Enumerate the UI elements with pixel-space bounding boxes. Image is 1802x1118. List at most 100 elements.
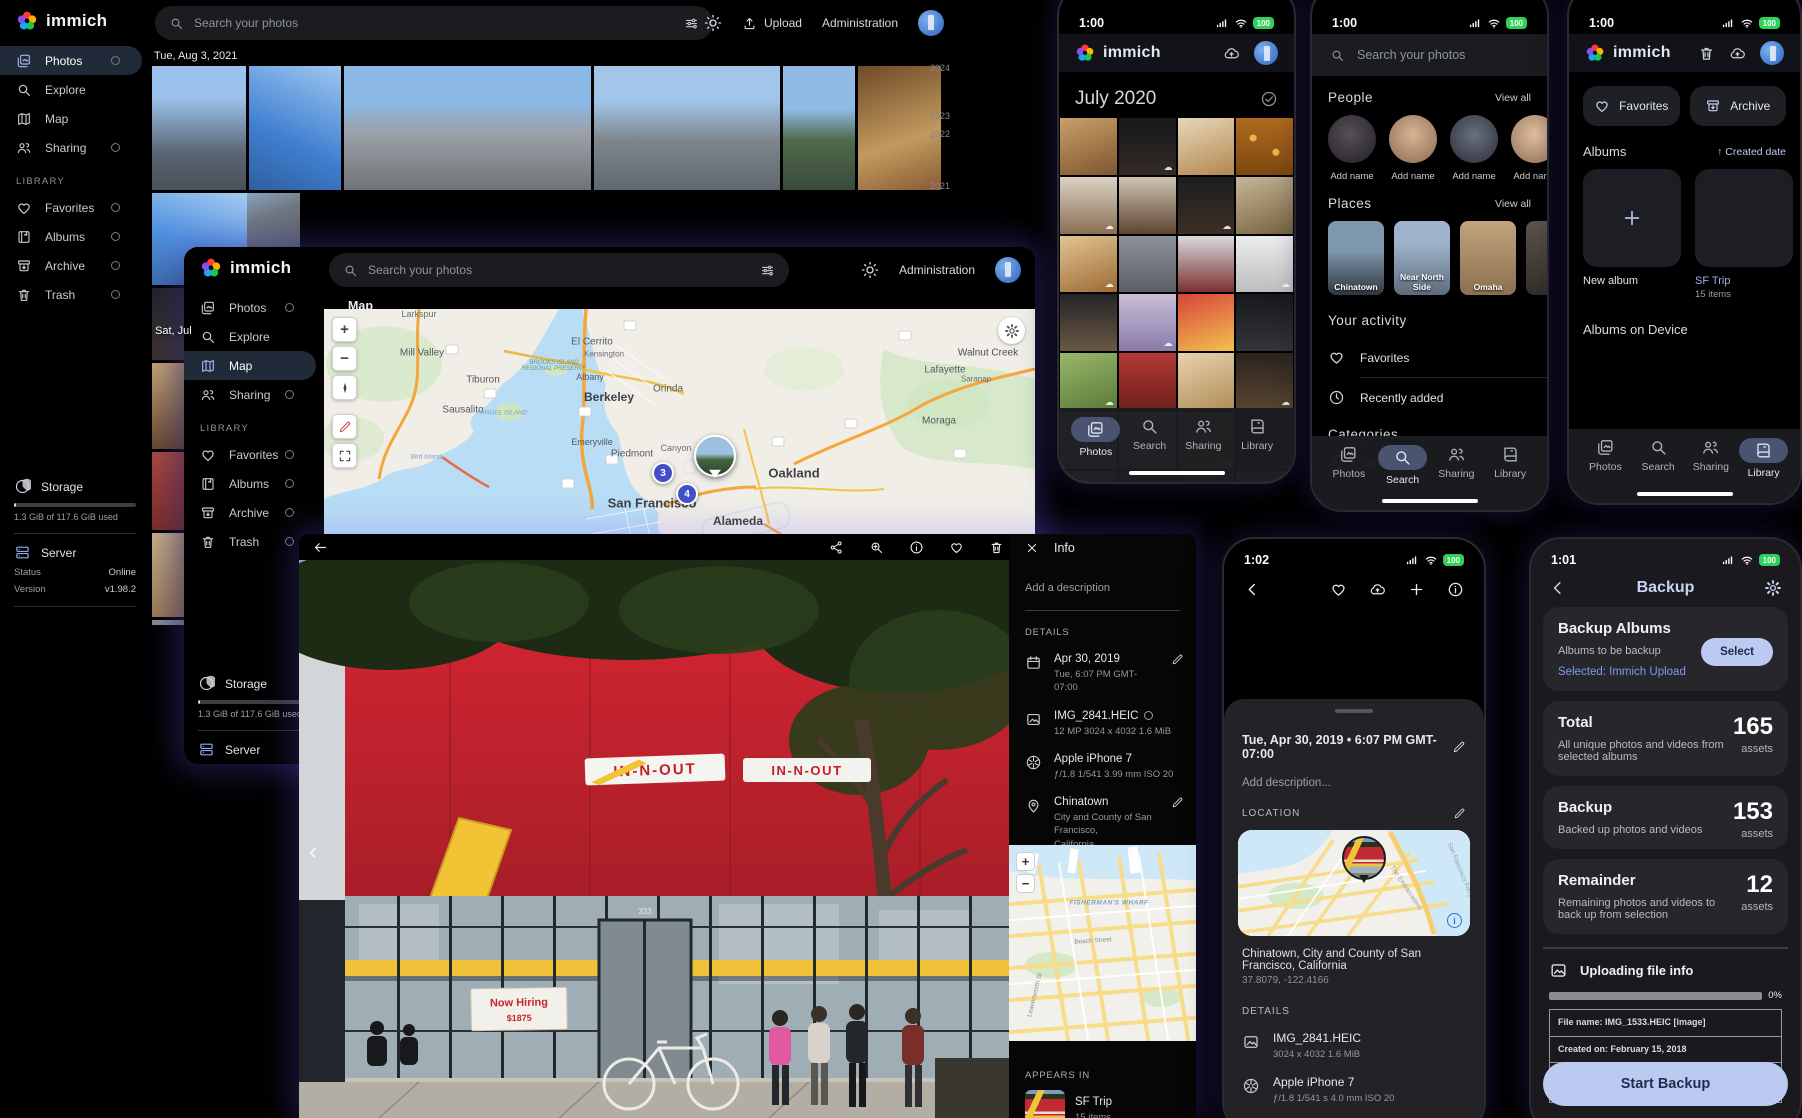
previous-photo-button[interactable]: ‹ [309,838,317,866]
nav-photos[interactable]: Photos [1322,445,1376,486]
share-icon[interactable] [829,540,844,555]
sidebar-item-photos[interactable]: Photos [184,293,316,322]
upload-button[interactable]: Upload [742,16,802,31]
settings-gear-icon[interactable] [1764,579,1782,597]
search-input[interactable]: Search your photos [155,6,713,40]
nav-search[interactable]: Search [1632,438,1685,479]
album-tile[interactable]: SF Trip 15 items [1695,169,1793,300]
photo-viewer[interactable]: IN-N-OUT IN-N-OUT 333 Now Hiring $1875 [299,560,1009,1118]
photo-thumbnail[interactable] [1119,177,1176,234]
photo-thumbnail[interactable] [1060,236,1117,293]
zoom-icon[interactable] [869,540,884,555]
photo-thumbnail[interactable] [1236,118,1293,175]
nav-library[interactable]: Library [1230,417,1284,458]
place-card[interactable]: Pi [1526,221,1547,295]
map-attribution-icon[interactable]: i [1447,913,1462,928]
nav-photos[interactable]: Photos [1579,438,1632,479]
sidebar-item-explore[interactable]: Explore [0,75,142,104]
favorite-icon[interactable] [949,540,964,555]
search-input[interactable]: Search your photos [329,253,789,287]
favorites-row[interactable]: Favorites [1312,338,1547,377]
photo-thumbnail[interactable] [1236,353,1293,410]
select-albums-button[interactable]: Select [1701,638,1773,666]
sidebar-item-sharing[interactable]: Sharing [184,380,316,409]
nav-sharing[interactable]: Sharing [1430,445,1484,486]
map-settings-button[interactable] [998,317,1025,344]
photo-thumbnail[interactable] [1178,353,1235,410]
person[interactable]: Add name [1511,115,1547,182]
photo-thumbnail[interactable] [344,66,591,190]
photo-thumbnail[interactable] [1236,236,1293,293]
home-indicator[interactable] [1637,492,1733,496]
select-all-icon[interactable] [1260,90,1278,108]
photo-thumbnail[interactable] [1119,353,1176,410]
photo-thumbnail[interactable] [1060,118,1117,175]
photo-thumbnail[interactable] [1178,294,1235,351]
add-icon[interactable] [1408,581,1425,598]
edit-date-icon[interactable] [1452,740,1466,754]
immich-logo[interactable]: immich [16,10,107,32]
person[interactable]: Add name [1328,115,1376,182]
sidebar-item-albums[interactable]: Albums [184,469,316,498]
map-zoom-out-button[interactable]: − [332,346,357,371]
sidebar-item-archive[interactable]: Archive [0,251,142,280]
home-indicator[interactable] [1382,499,1478,503]
photo-thumbnail[interactable] [783,66,855,190]
sidebar-item-favorites[interactable]: Favorites [184,440,316,469]
avatar[interactable] [995,257,1021,283]
avatar[interactable] [918,10,944,36]
sidebar-item-explore[interactable]: Explore [184,322,316,351]
sidebar-item-albums[interactable]: Albums [0,222,142,251]
photo-thumbnail[interactable] [1060,177,1117,234]
photo-thumbnail[interactable] [594,66,780,190]
sidebar-item-map[interactable]: Map [184,351,316,380]
edit-location-icon[interactable] [1171,796,1184,809]
avatar[interactable] [1760,41,1784,65]
description-input[interactable]: Add description... [1224,761,1484,789]
sidebar-item-trash[interactable]: Trash [184,527,316,556]
place-card[interactable]: Omaha [1460,221,1516,295]
place-card[interactable]: Chinatown [1328,221,1384,295]
map-zoom-in-button[interactable]: + [1016,852,1035,871]
map-cluster-marker[interactable]: 4 [676,483,698,505]
info-icon[interactable] [1447,581,1464,598]
photo-thumbnail[interactable] [1178,236,1235,293]
nav-search[interactable]: Search [1376,445,1430,486]
info-bottom-sheet[interactable]: Tue, Apr 30, 2019 • 6:07 PM GMT-07:00 Ad… [1224,699,1484,1118]
back-icon[interactable] [1244,581,1261,598]
info-icon[interactable] [909,540,924,555]
favorite-icon[interactable] [1330,581,1347,598]
place-card[interactable]: Near North Side [1394,221,1450,295]
photo-thumbnail[interactable] [1060,294,1117,351]
sidebar-item-trash[interactable]: Trash [0,280,142,309]
sidebar-item-archive[interactable]: Archive [184,498,316,527]
nav-sharing[interactable]: Sharing [1685,438,1738,479]
cloud-upload-icon[interactable] [1369,581,1386,598]
theme-toggle-icon[interactable] [861,261,879,279]
back-icon[interactable] [1549,579,1567,597]
file-info-ring[interactable] [1144,711,1153,720]
edit-location-icon[interactable] [1453,807,1466,820]
sidebar-item-sharing[interactable]: Sharing [0,133,142,162]
search-input[interactable]: Search your photos [1312,34,1547,76]
photo-thumbnail[interactable] [1060,353,1117,410]
map-draw-button[interactable] [332,414,357,439]
map-zoom-in-button[interactable]: + [332,317,357,342]
map-zoom-out-button[interactable]: − [1016,874,1035,893]
map-cluster-marker[interactable]: 3 [652,462,674,484]
map-fullscreen-button[interactable] [332,443,357,468]
photo-thumbnail[interactable] [1119,236,1176,293]
start-backup-button[interactable]: Start Backup [1543,1062,1788,1106]
close-icon[interactable] [1025,541,1039,555]
nav-library[interactable]: Library [1483,445,1537,486]
avatar[interactable] [1254,41,1278,65]
sidebar-item-map[interactable]: Map [0,104,142,133]
photo-thumbnail[interactable] [1119,118,1176,175]
sidebar-item-favorites[interactable]: Favorites [0,193,142,222]
nav-search[interactable]: Search [1123,417,1177,458]
photo-thumbnail[interactable] [1178,177,1235,234]
new-album-tile[interactable]: New album [1583,169,1681,300]
nav-library[interactable]: Library [1737,438,1790,479]
location-map[interactable]: The Embarcadero San Francisco Ferry i [1238,830,1470,936]
people-view-all[interactable]: View all [1495,92,1531,104]
